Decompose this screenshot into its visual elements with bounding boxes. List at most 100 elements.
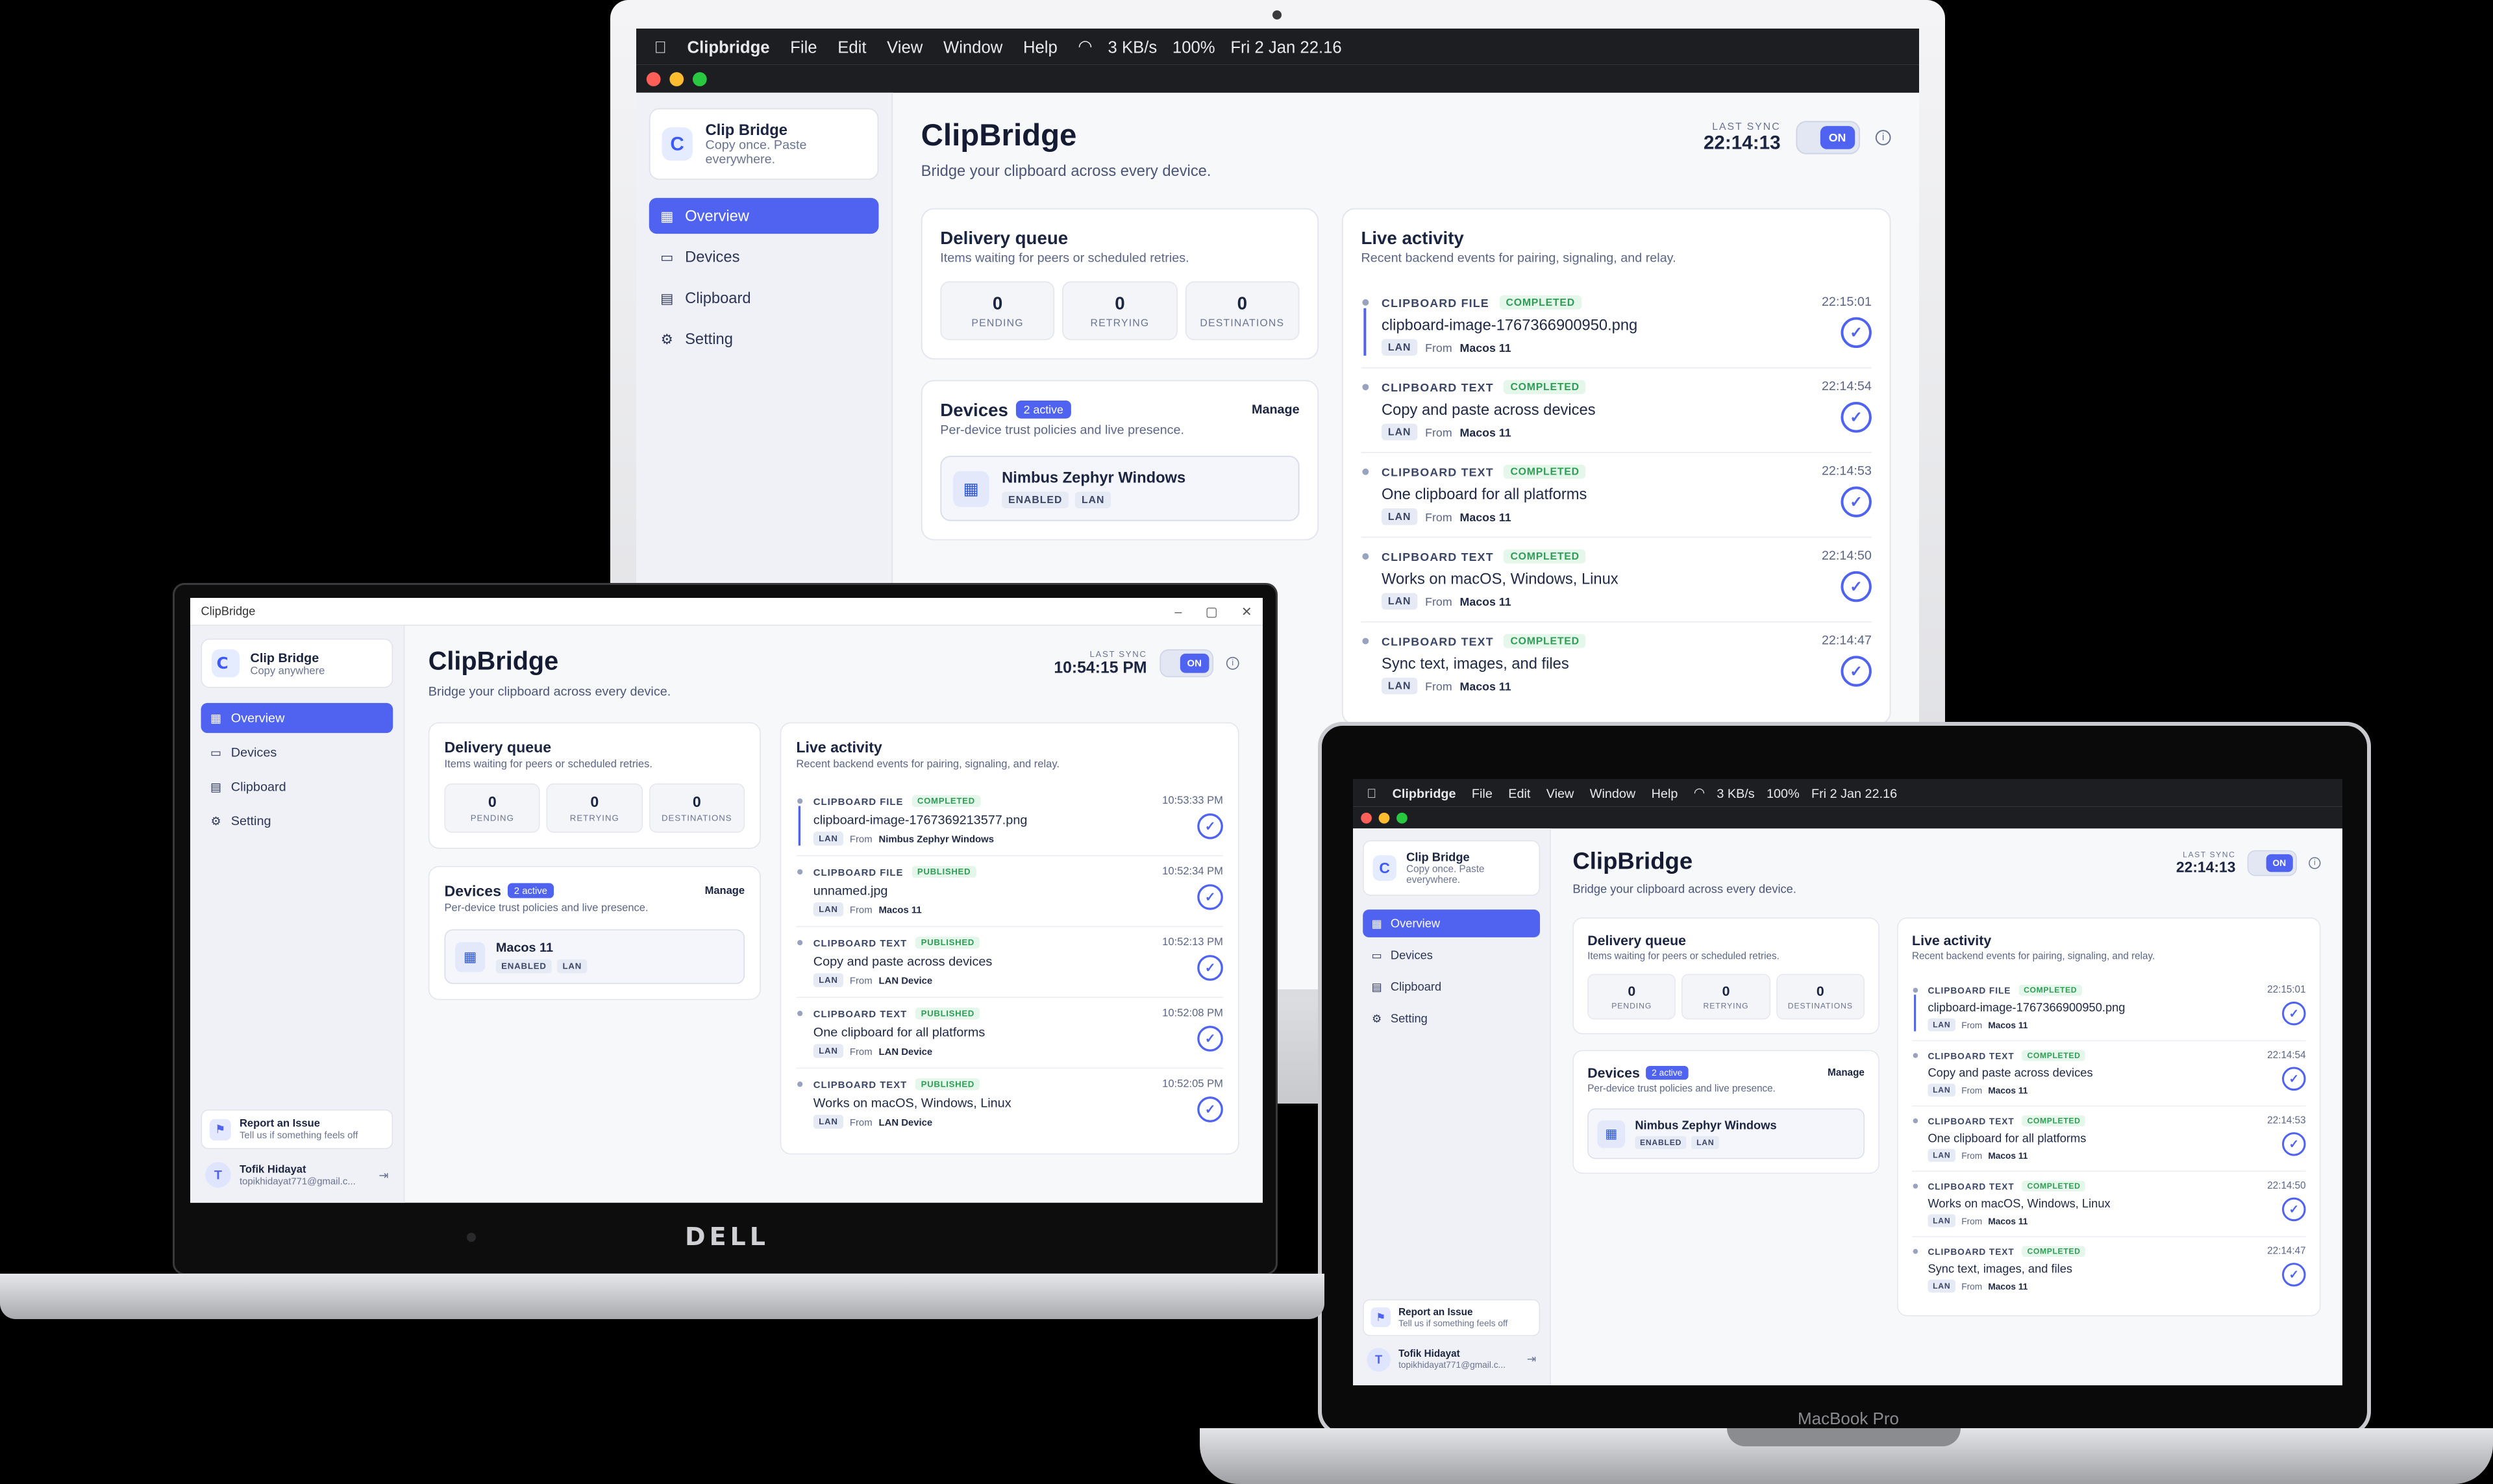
activity-item[interactable]: CLIPBOARD TEXT COMPLETED Works on macOS, W… (1361, 538, 1872, 623)
sidebar-item-devices[interactable]: ▭ Devices (201, 737, 393, 767)
sidebar-item-devices[interactable]: ▭ Devices (649, 239, 879, 275)
live-activity-card: Live activity Recent backend events for … (1897, 917, 2321, 1317)
zoom-window-button[interactable] (692, 71, 707, 86)
activity-item[interactable]: CLIPBOARD FILE PUBLISHED unnamed.jpg LAN Fro… (796, 856, 1223, 928)
devices-card: Devices 2 active Manage Per-device trust… (428, 866, 761, 1000)
menu-edit[interactable]: Edit (1508, 785, 1530, 800)
activity-item[interactable]: CLIPBOARD TEXT COMPLETED Sync text, images… (1361, 623, 1872, 706)
sidebar-item-overview[interactable]: ▦ Overview (1363, 909, 1541, 937)
activity-item[interactable]: CLIPBOARD FILE COMPLETED clipboard-image-1… (796, 785, 1223, 857)
logout-icon[interactable]: ⇥ (1527, 1353, 1536, 1366)
device-item[interactable]: ▦ Nimbus Zephyr Windows ENABLED LAN (1587, 1108, 1865, 1159)
menu-window[interactable]: Window (943, 37, 1002, 56)
app-body: C Clip Bridge Copy anywhere ▦ Overview ▭ De… (190, 625, 1263, 1203)
queue-stats: 0 PENDING 0 RETRYING 0 DESTINATIONS (1587, 974, 1865, 1020)
maximize-button[interactable]: ▢ (1206, 604, 1218, 619)
menu-help[interactable]: Help (1023, 37, 1058, 56)
page-subtitle: Bridge your clipboard across every devic… (1572, 882, 1796, 896)
sidebar-item-setting[interactable]: ⚙ Setting (201, 806, 393, 835)
check-circle-icon: ✓ (2282, 1263, 2306, 1287)
info-icon[interactable]: i (2309, 857, 2321, 869)
menu-file[interactable]: File (790, 37, 817, 56)
stat-value: 0 (590, 793, 599, 811)
report-issue-button[interactable]: ⚑ Report an IssueTell us if something fe… (201, 1109, 393, 1150)
activity-item[interactable]: CLIPBOARD TEXT COMPLETED Works on macOS, W… (1912, 1172, 2306, 1237)
activity-item[interactable]: CLIPBOARD FILE COMPLETED clipboard-image-1… (1912, 976, 2306, 1041)
close-window-button[interactable] (646, 71, 661, 86)
check-circle-icon: ✓ (1197, 1026, 1223, 1052)
activity-item[interactable]: CLIPBOARD TEXT COMPLETED One clipboard for… (1361, 453, 1872, 538)
sidebar-item-clipboard[interactable]: ▤ Clipboard (1363, 973, 1540, 1001)
sidebar-item-clipboard[interactable]: ▤ Clipboard (649, 280, 879, 315)
activity-item[interactable]: CLIPBOARD TEXT PUBLISHED One clipboard for… (796, 998, 1223, 1069)
from-label: From (1961, 1215, 1983, 1226)
device-item[interactable]: ▦ Macos 11 ENABLED LAN (444, 929, 745, 984)
menubar-clock[interactable]: Fri 2 Jan 22.16 (1811, 785, 1897, 800)
clipbridge-window:  Clipbridge File Edit View Window Help ◠ 3 … (1353, 779, 2342, 1385)
sidebar-item-overview[interactable]: ▦ Overview (649, 197, 879, 234)
stat-label: DESTINATIONS (661, 813, 732, 823)
battery-level[interactable]: 100% (1767, 785, 1800, 800)
menu-view[interactable]: View (1546, 785, 1574, 800)
manage-devices-button[interactable]: Manage (1252, 402, 1300, 417)
manage-devices-button[interactable]: Manage (1828, 1067, 1865, 1078)
close-window-button[interactable] (1361, 812, 1372, 823)
info-icon[interactable]: i (1875, 130, 1891, 145)
sidebar-item-setting[interactable]: ⚙ Setting (1363, 1004, 1540, 1032)
clipboard-icon: ▤ (660, 291, 674, 306)
sidebar-item-setting[interactable]: ⚙ Setting (649, 321, 879, 357)
apple-icon[interactable]:  (1367, 785, 1376, 800)
sidebar-item-clipboard[interactable]: ▤ Clipboard (201, 772, 393, 802)
menu-view[interactable]: View (887, 37, 923, 56)
activity-body: CLIPBOARD TEXT COMPLETED Works on macOS, W… (1382, 549, 1769, 610)
user-email: topikhidayat771@gmail.c... (239, 1175, 356, 1187)
minimize-window-button[interactable] (669, 71, 684, 86)
apple-icon[interactable]:  (654, 37, 667, 56)
timeline-dot (1912, 1053, 1918, 1058)
menu-edit[interactable]: Edit (837, 37, 866, 56)
menu-help[interactable]: Help (1652, 785, 1678, 800)
menubar-app-name[interactable]: Clipbridge (1393, 785, 1456, 800)
devices-title: Devices (444, 882, 501, 900)
clipbridge-logo-icon: C (662, 127, 693, 161)
activity-item[interactable]: CLIPBOARD FILE COMPLETED clipboard-image-1… (1361, 284, 1872, 369)
zoom-window-button[interactable] (1396, 812, 1408, 823)
device-item[interactable]: ▦ Nimbus Zephyr Windows ENABLED LAN (940, 456, 1300, 521)
report-issue-button[interactable]: ⚑ Report an IssueTell us if something fe… (1363, 1299, 1541, 1336)
activity-item[interactable]: CLIPBOARD TEXT COMPLETED Copy and paste ac… (1912, 1041, 2306, 1107)
delivery-queue-title: Delivery queue (1587, 932, 1686, 948)
user-profile[interactable]: T Tofik Hidayattopikhidayat771@gmail.c..… (1363, 1344, 1540, 1376)
user-profile[interactable]: T Tofik Hidayattopikhidayat771@gmail.c..… (201, 1158, 393, 1193)
activity-kind: CLIPBOARD FILE (813, 866, 904, 878)
manage-devices-button[interactable]: Manage (705, 885, 745, 897)
sync-toggle[interactable]: ON (1796, 121, 1861, 155)
battery-level[interactable]: 100% (1172, 37, 1215, 56)
close-button[interactable]: ✕ (1241, 604, 1252, 619)
logout-icon[interactable]: ⇥ (378, 1168, 388, 1182)
info-icon[interactable]: i (1226, 656, 1239, 670)
avatar: T (205, 1162, 231, 1188)
sync-toggle[interactable]: ON (1160, 649, 1214, 678)
sidebar-item-overview[interactable]: ▦ Overview (201, 702, 393, 734)
menubar-app-name[interactable]: Clipbridge (688, 37, 770, 56)
menubar-clock[interactable]: Fri 2 Jan 22.16 (1230, 37, 1341, 56)
minimize-button[interactable]: – (1174, 604, 1182, 619)
brand-tagline: Copy anywhere (250, 665, 325, 677)
activity-item[interactable]: CLIPBOARD TEXT COMPLETED Copy and paste ac… (1361, 369, 1872, 454)
menu-window[interactable]: Window (1590, 785, 1635, 800)
network-speed: 3 KB/s (1707, 785, 1754, 800)
activity-item[interactable]: CLIPBOARD TEXT COMPLETED One clipboard for… (1912, 1106, 2306, 1172)
minimize-window-button[interactable] (1378, 812, 1390, 823)
sync-toggle[interactable]: ON (2247, 850, 2297, 876)
stat-label: RETRYING (569, 813, 619, 823)
wifi-icon[interactable]: ◠ (1694, 785, 1705, 800)
activity-item[interactable]: CLIPBOARD TEXT PUBLISHED Works on macOS, W… (796, 1069, 1223, 1138)
device-tags: ENABLED LAN (495, 959, 588, 974)
sidebar-item-devices[interactable]: ▭ Devices (1363, 941, 1540, 969)
activity-item[interactable]: CLIPBOARD TEXT PUBLISHED Copy and paste ac… (796, 927, 1223, 998)
wifi-icon[interactable]: ◠ (1078, 36, 1092, 57)
activity-header: CLIPBOARD TEXT COMPLETED (1928, 1115, 2226, 1126)
menu-file[interactable]: File (1472, 785, 1493, 800)
activity-item[interactable]: CLIPBOARD TEXT COMPLETED Sync text, images… (1912, 1237, 2306, 1302)
report-title: Report an Issue (1398, 1307, 1473, 1318)
